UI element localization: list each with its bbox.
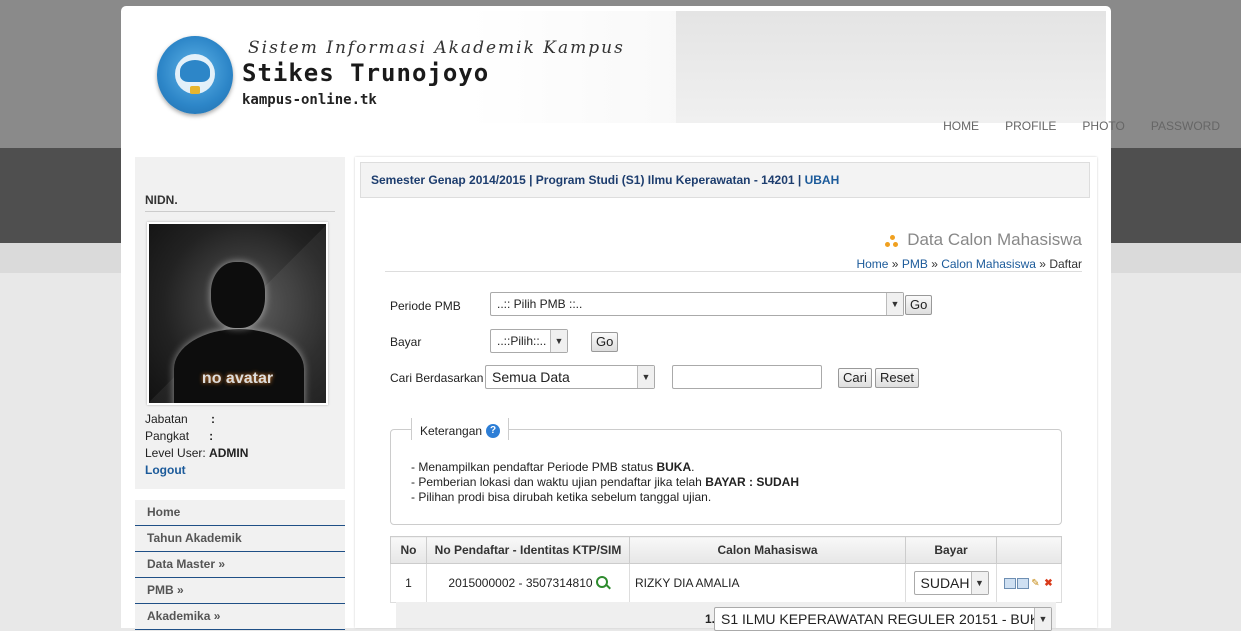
tut-wuri-handayani-logo (157, 36, 233, 114)
jabatan-value: : (211, 412, 216, 426)
sidebar: NIDN. no avatar Jabatan : Pangkat : Leve… (135, 157, 345, 630)
jabatan-label: Jabatan (145, 412, 188, 426)
chevron-down-icon: ▼ (970, 572, 988, 594)
user-panel: NIDN. no avatar Jabatan : Pangkat : Leve… (135, 157, 345, 489)
prodi-select[interactable]: S1 ILMU KEPERAWATAN REGULER 20151 - BUKA… (714, 607, 1052, 631)
breadcrumb-calon[interactable]: Calon Mahasiswa (941, 257, 1036, 271)
bayar-select[interactable]: ..::Pilih::.. ▼ (490, 329, 568, 353)
row-actions: ✎ ✖ (996, 563, 1062, 603)
help-icon[interactable]: ? (486, 424, 501, 438)
keterangan-box: Keterangan? - Menampilkan pendaftar Peri… (390, 418, 1062, 525)
col-nama: Calon Mahasiswa (629, 536, 906, 564)
prodi-subrow: 1. S1 ILMU KEPERAWATAN REGULER 20151 - B… (396, 602, 1056, 631)
edit-icon[interactable]: ✎ (1030, 578, 1042, 589)
row-nama: RIZKY DIA AMALIA (629, 563, 906, 603)
semester-bar: Semester Genap 2014/2015 | Program Studi… (360, 162, 1090, 198)
sidebar-menu: Home Tahun Akademik Data Master » PMB » … (135, 500, 345, 630)
row-pendaftar: 2015000002 - 3507314810 (426, 563, 630, 603)
level-value: ADMIN (209, 446, 249, 460)
avatar-label: no avatar (201, 370, 274, 387)
user-panel-title: NIDN. (145, 193, 335, 212)
row-no: 1 (390, 563, 427, 603)
avatar: no avatar (147, 222, 328, 405)
sidebar-item-tahun-akademik[interactable]: Tahun Akademik (135, 526, 345, 552)
row-bayar-select[interactable]: SUDAH ▼ (913, 571, 989, 595)
top-navigation: HOME PROFILE PHOTO PASSWORD (917, 119, 1220, 133)
detail-icon[interactable] (1003, 577, 1016, 589)
site-header: Sistem Informasi Akademik Kampus Stikes … (126, 11, 1106, 123)
title-dots-icon (885, 235, 899, 249)
chevron-down-icon: ▼ (550, 330, 567, 352)
delete-icon[interactable]: ✖ (1043, 578, 1055, 589)
semester-text: Semester Genap 2014/2015 | Program Studi… (371, 173, 802, 187)
chevron-down-icon: ▼ (1034, 608, 1051, 630)
reset-button[interactable]: Reset (875, 368, 919, 388)
sidebar-item-pmb[interactable]: PMB » (135, 578, 345, 604)
chevron-down-icon: ▼ (637, 366, 654, 388)
pangkat-value: : (209, 429, 214, 443)
keterangan-legend: Keterangan? (411, 418, 510, 440)
nav-home[interactable]: HOME (917, 119, 979, 133)
col-no: No (390, 536, 427, 564)
ubah-link[interactable]: UBAH (805, 173, 840, 187)
site-tagline: Sistem Informasi Akademik Kampus (248, 38, 625, 58)
page-title: Data Calon Mahasiswa (907, 230, 1082, 249)
search-input[interactable] (672, 365, 822, 389)
keterangan-notes: - Menampilkan pendaftar Periode PMB stat… (411, 460, 799, 504)
site-url: kampus-online.tk (242, 92, 377, 108)
table-row: 1 2015000002 - 3507314810 RIZKY DIA AMAL… (390, 563, 1062, 603)
nav-photo[interactable]: PHOTO (1056, 119, 1124, 133)
breadcrumb-home[interactable]: Home (856, 257, 888, 271)
chevron-down-icon: ▼ (886, 293, 903, 315)
sidebar-item-home[interactable]: Home (135, 500, 345, 526)
row-bayar: SUDAH ▼ (905, 563, 997, 603)
periode-go-button[interactable]: Go (905, 295, 933, 315)
cari-select[interactable]: Semua Data ▼ (485, 365, 655, 389)
breadcrumb: Home » PMB » Calon Mahasiswa » Daftar (856, 257, 1082, 271)
bayar-go-button[interactable]: Go (591, 332, 619, 352)
nav-profile[interactable]: PROFILE (979, 119, 1056, 133)
cari-button[interactable]: Cari (838, 368, 872, 388)
main-content: Semester Genap 2014/2015 | Program Studi… (355, 157, 1097, 631)
search-icon[interactable] (595, 576, 608, 588)
col-pendaftar: No Pendaftar - Identitas KTP/SIM (426, 536, 630, 564)
periode-label: Periode PMB (390, 299, 461, 313)
breadcrumb-pmb[interactable]: PMB (902, 257, 928, 271)
sidebar-item-data-master[interactable]: Data Master » (135, 552, 345, 578)
level-label: Level User: (145, 446, 206, 460)
bayar-label: Bayar (390, 335, 422, 349)
nav-password[interactable]: PASSWORD (1125, 119, 1220, 133)
keterangan-title: Keterangan (420, 424, 483, 438)
site-name: Stikes Trunojoyo (242, 59, 490, 87)
pangkat-label: Pangkat (145, 429, 190, 443)
user-info: Jabatan : Pangkat : Level User: ADMIN Lo… (145, 411, 248, 479)
calon-mahasiswa-table: No No Pendaftar - Identitas KTP/SIM Calo… (390, 536, 1062, 603)
col-actions (996, 536, 1062, 564)
cari-label: Cari Berdasarkan (390, 371, 484, 385)
logout-link[interactable]: Logout (145, 462, 248, 479)
periode-select[interactable]: ..:: Pilih PMB ::.. ▼ (490, 292, 904, 316)
col-bayar: Bayar (905, 536, 997, 564)
sidebar-item-akademika[interactable]: Akademika » (135, 604, 345, 630)
print-icon[interactable] (1016, 577, 1029, 589)
breadcrumb-current: Daftar (1049, 257, 1082, 271)
